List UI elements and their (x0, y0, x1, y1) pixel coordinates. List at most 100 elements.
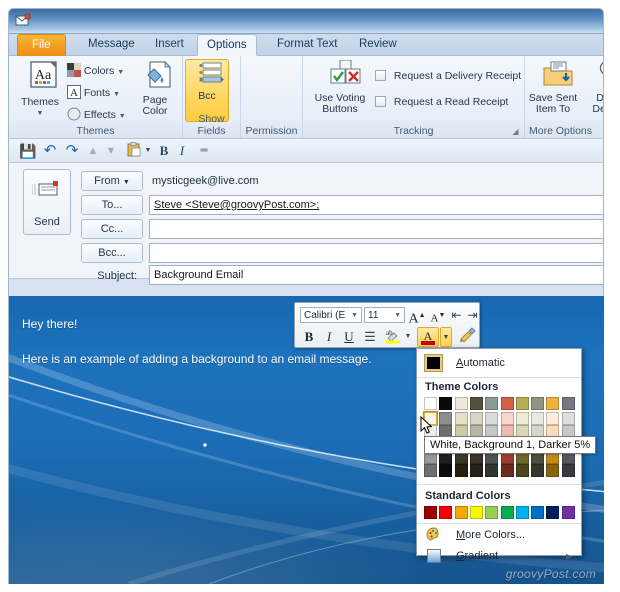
cc-button[interactable]: Cc... (81, 219, 143, 239)
theme-swatch-r2-c6[interactable] (500, 412, 514, 425)
theme-colors-item[interactable]: Colors ▼ (67, 63, 124, 80)
standard-swatch-7[interactable] (515, 506, 529, 519)
theme-swatch-r6-c3[interactable] (454, 464, 468, 477)
from-dropdown-arrow[interactable]: ▼ (123, 179, 130, 186)
theme-colors-arrow[interactable]: ▼ (117, 69, 124, 76)
theme-swatch-r2-c2[interactable] (439, 412, 453, 425)
font-size-combo[interactable]: 11 ▼ (364, 307, 405, 323)
theme-fonts-item[interactable]: A Fonts ▼ (67, 85, 120, 102)
standard-swatch-2[interactable] (439, 506, 453, 519)
theme-swatch-r2-c7[interactable] (515, 412, 529, 425)
tab-options[interactable]: Options (197, 34, 257, 56)
theme-swatch-r6-c2[interactable] (439, 464, 453, 477)
standard-swatch-10[interactable] (561, 506, 575, 519)
shrink-font-icon[interactable]: A▼ (429, 306, 447, 325)
theme-swatch-r2-c10[interactable] (561, 412, 575, 425)
theme-swatch-r1-c9[interactable] (546, 397, 560, 410)
theme-swatch-r1-c8[interactable] (531, 397, 545, 410)
theme-swatch-r2-c4[interactable] (469, 412, 483, 425)
previous-item-icon[interactable]: ▲ (85, 142, 101, 160)
tab-review[interactable]: Review (350, 34, 406, 56)
customize-qat-icon[interactable]: ═ (197, 142, 211, 160)
decrease-indent-icon[interactable]: ⇤ (449, 306, 464, 325)
gradient-item[interactable]: Gradient ▶ (420, 546, 580, 567)
tab-file[interactable]: File (17, 34, 66, 56)
theme-swatch-r2-c9[interactable] (546, 412, 560, 425)
standard-swatch-1[interactable] (424, 506, 437, 519)
increase-indent-icon[interactable]: ⇥ (465, 306, 480, 325)
tab-insert[interactable]: Insert (146, 34, 193, 56)
theme-swatch-r6-c1[interactable] (424, 464, 437, 477)
center-align-button[interactable]: ☰ (361, 327, 379, 346)
format-painter-button[interactable] (457, 327, 477, 346)
theme-swatch-r1-c3[interactable] (454, 397, 468, 410)
more-colors-item[interactable]: More Colors... (420, 525, 580, 546)
font-size-arrow[interactable]: ▼ (394, 308, 401, 322)
standard-swatch-3[interactable] (454, 506, 468, 519)
italic-button[interactable]: I (321, 327, 337, 346)
grow-font-icon[interactable]: A▲ (408, 306, 426, 327)
theme-swatch-r1-c10[interactable] (561, 397, 575, 410)
font-color-button[interactable]: A (417, 327, 439, 347)
standard-swatch-8[interactable] (531, 506, 545, 519)
theme-swatch-r2-c8[interactable] (531, 412, 545, 425)
page-color-button[interactable]: Page Color (131, 60, 179, 117)
to-input[interactable]: Steve <Steve@groovyPost.com>; (149, 195, 603, 215)
theme-swatch-r6-c9[interactable] (546, 464, 560, 477)
undo-icon[interactable]: ↶ (41, 142, 59, 160)
theme-swatch-r2-c3[interactable] (454, 412, 468, 425)
theme-swatch-r6-c6[interactable] (500, 464, 514, 477)
theme-swatch-r1-c2[interactable] (439, 397, 453, 410)
theme-swatch-r6-c7[interactable] (515, 464, 529, 477)
redo-icon[interactable]: ↷ (63, 142, 81, 160)
standard-swatch-6[interactable] (500, 506, 514, 519)
from-button[interactable]: From ▼ (81, 171, 143, 191)
paste-icon[interactable] (125, 142, 143, 160)
theme-swatch-r6-c4[interactable] (469, 464, 483, 477)
standard-swatch-4[interactable] (469, 506, 483, 519)
theme-swatch-r1-c1[interactable] (424, 397, 437, 410)
highlight-dropdown-arrow[interactable]: ▼ (403, 327, 413, 346)
use-voting-buttons-button[interactable]: Use Voting Buttons (309, 59, 371, 115)
theme-effects-item[interactable]: Effects ▼ (67, 107, 126, 124)
delay-delivery-button[interactable]: Dela Delive (581, 60, 603, 115)
request-read-receipt-item[interactable]: Request a Read Receipt (375, 95, 508, 109)
automatic-color-item[interactable]: Automatic (420, 352, 580, 374)
text-highlight-button[interactable]: ab (383, 327, 403, 346)
save-icon[interactable]: 💾 (19, 142, 37, 160)
bcc-button-content[interactable]: Bcc (185, 62, 229, 102)
theme-swatch-r1-c7[interactable] (515, 397, 529, 410)
theme-swatch-r6-c5[interactable] (485, 464, 499, 477)
send-button[interactable]: Send (23, 169, 71, 235)
font-name-arrow[interactable]: ▼ (351, 308, 358, 322)
theme-effects-arrow[interactable]: ▼ (119, 113, 126, 120)
italic-icon[interactable]: I (175, 142, 189, 160)
theme-swatch-r2-c5[interactable] (485, 412, 499, 425)
next-item-icon[interactable]: ▼ (103, 142, 119, 160)
font-name-combo[interactable]: Calibri (E ▼ (300, 307, 362, 323)
request-delivery-receipt-item[interactable]: Request a Delivery Receipt (375, 69, 521, 83)
bold-button[interactable]: B (301, 327, 317, 346)
theme-swatch-r1-c6[interactable] (500, 397, 514, 410)
bcc-button[interactable]: Bcc... (81, 243, 143, 263)
font-color-dropdown-arrow[interactable]: ▼ (440, 327, 452, 347)
bold-icon[interactable]: B (157, 142, 171, 160)
save-sent-item-to-button[interactable]: Save Sent Item To (527, 60, 579, 115)
bcc-input[interactable] (149, 243, 603, 263)
theme-swatch-r6-c8[interactable] (531, 464, 545, 477)
to-button[interactable]: To... (81, 195, 143, 215)
underline-button[interactable]: U (341, 327, 357, 346)
themes-button[interactable]: Aa Themes ▼ (17, 60, 63, 119)
subject-input[interactable]: Background Email (149, 265, 603, 285)
theme-swatch-r6-c10[interactable] (561, 464, 575, 477)
cc-input[interactable] (149, 219, 603, 239)
tab-message[interactable]: Message (79, 34, 144, 56)
read-receipt-checkbox[interactable] (375, 96, 386, 107)
tab-format-text[interactable]: Format Text (268, 34, 347, 56)
delivery-receipt-checkbox[interactable] (375, 70, 386, 81)
standard-swatch-5[interactable] (485, 506, 499, 519)
standard-swatch-9[interactable] (546, 506, 560, 519)
theme-swatch-r1-c4[interactable] (469, 397, 483, 410)
paste-dropdown-arrow[interactable]: ▼ (143, 142, 153, 160)
themes-dropdown-arrow[interactable]: ▼ (17, 108, 63, 119)
